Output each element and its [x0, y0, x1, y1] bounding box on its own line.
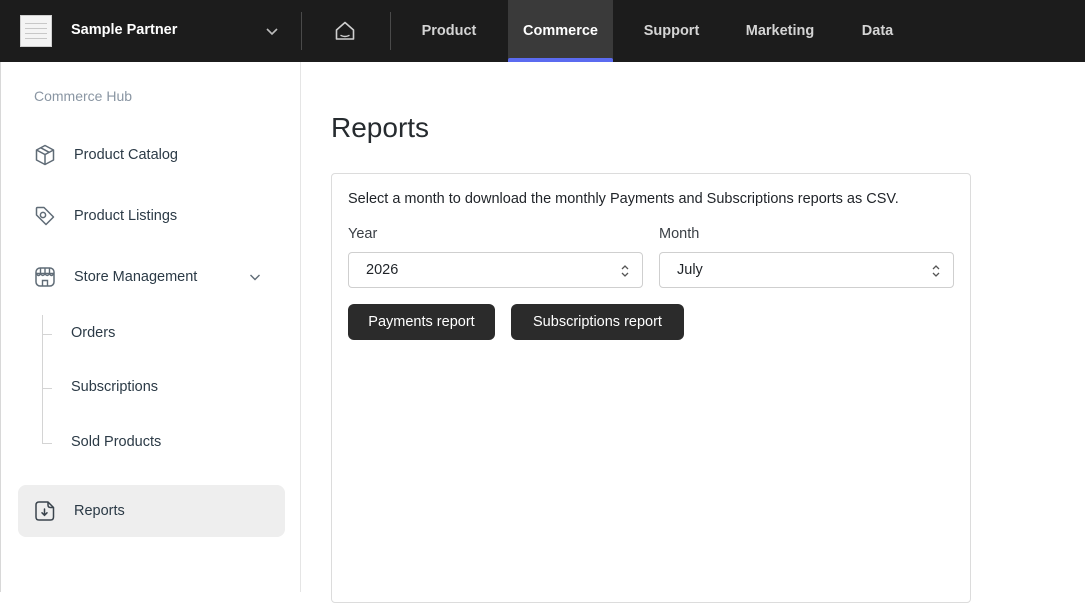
page-title: Reports	[331, 112, 430, 143]
store-icon	[35, 267, 55, 287]
sidebar-item-label: Store Management	[74, 269, 198, 285]
divider	[390, 12, 391, 50]
sidebar-subitem-label: Subscriptions	[71, 379, 159, 395]
sidebar-item-label: Product Catalog	[74, 147, 178, 163]
sidebar-item-product-listings[interactable]: Product Listings	[18, 190, 285, 242]
select-arrows-icon	[621, 265, 629, 277]
year-label: Year	[348, 226, 378, 242]
tab-data[interactable]: Data	[845, 0, 910, 62]
tag-icon	[35, 206, 55, 226]
select-arrows-icon	[932, 265, 940, 277]
month-value: July	[677, 262, 703, 278]
sidebar-item-store-management[interactable]: Store Management	[18, 251, 285, 303]
sidebar-title: Commerce Hub	[34, 88, 133, 104]
top-navigation-bar: Sample Partner Product Commerce Support …	[0, 0, 1085, 62]
sidebar-subitem-label: Orders	[71, 325, 116, 341]
tab-support[interactable]: Support	[628, 0, 715, 62]
chevron-down-icon[interactable]	[248, 270, 262, 284]
partner-switcher[interactable]: Sample Partner	[0, 0, 300, 62]
sidebar-item-reports[interactable]: Reports	[18, 485, 285, 537]
box-icon	[35, 144, 55, 166]
tab-marketing[interactable]: Marketing	[730, 0, 830, 62]
sidebar-item-label: Product Listings	[74, 208, 178, 224]
tab-commerce[interactable]: Commerce	[508, 0, 613, 62]
report-download-icon	[35, 501, 55, 521]
payments-report-button[interactable]: Payments report	[348, 304, 495, 340]
home-icon	[335, 21, 355, 40]
sidebar: Commerce Hub Product Catalog Product Lis…	[0, 62, 301, 592]
partner-name: Sample Partner	[71, 22, 178, 38]
tab-product[interactable]: Product	[405, 0, 493, 62]
tree-branch	[42, 388, 52, 389]
tree-branch	[42, 443, 52, 444]
sidebar-subitem-label: Sold Products	[71, 434, 162, 450]
year-value: 2026	[366, 262, 399, 278]
reports-card: Select a month to download the monthly P…	[331, 173, 971, 603]
chevron-down-icon[interactable]	[264, 23, 280, 39]
divider	[301, 12, 302, 50]
subscriptions-report-button[interactable]: Subscriptions report	[511, 304, 684, 340]
home-button[interactable]	[330, 16, 360, 46]
reports-description: Select a month to download the monthly P…	[348, 191, 899, 207]
month-label: Month	[659, 226, 700, 242]
sidebar-item-label: Reports	[74, 503, 125, 519]
partner-logo-icon	[20, 15, 52, 47]
month-select[interactable]: July	[659, 252, 954, 288]
tree-branch	[42, 334, 52, 335]
sidebar-item-product-catalog[interactable]: Product Catalog	[18, 129, 285, 181]
year-select[interactable]: 2026	[348, 252, 643, 288]
